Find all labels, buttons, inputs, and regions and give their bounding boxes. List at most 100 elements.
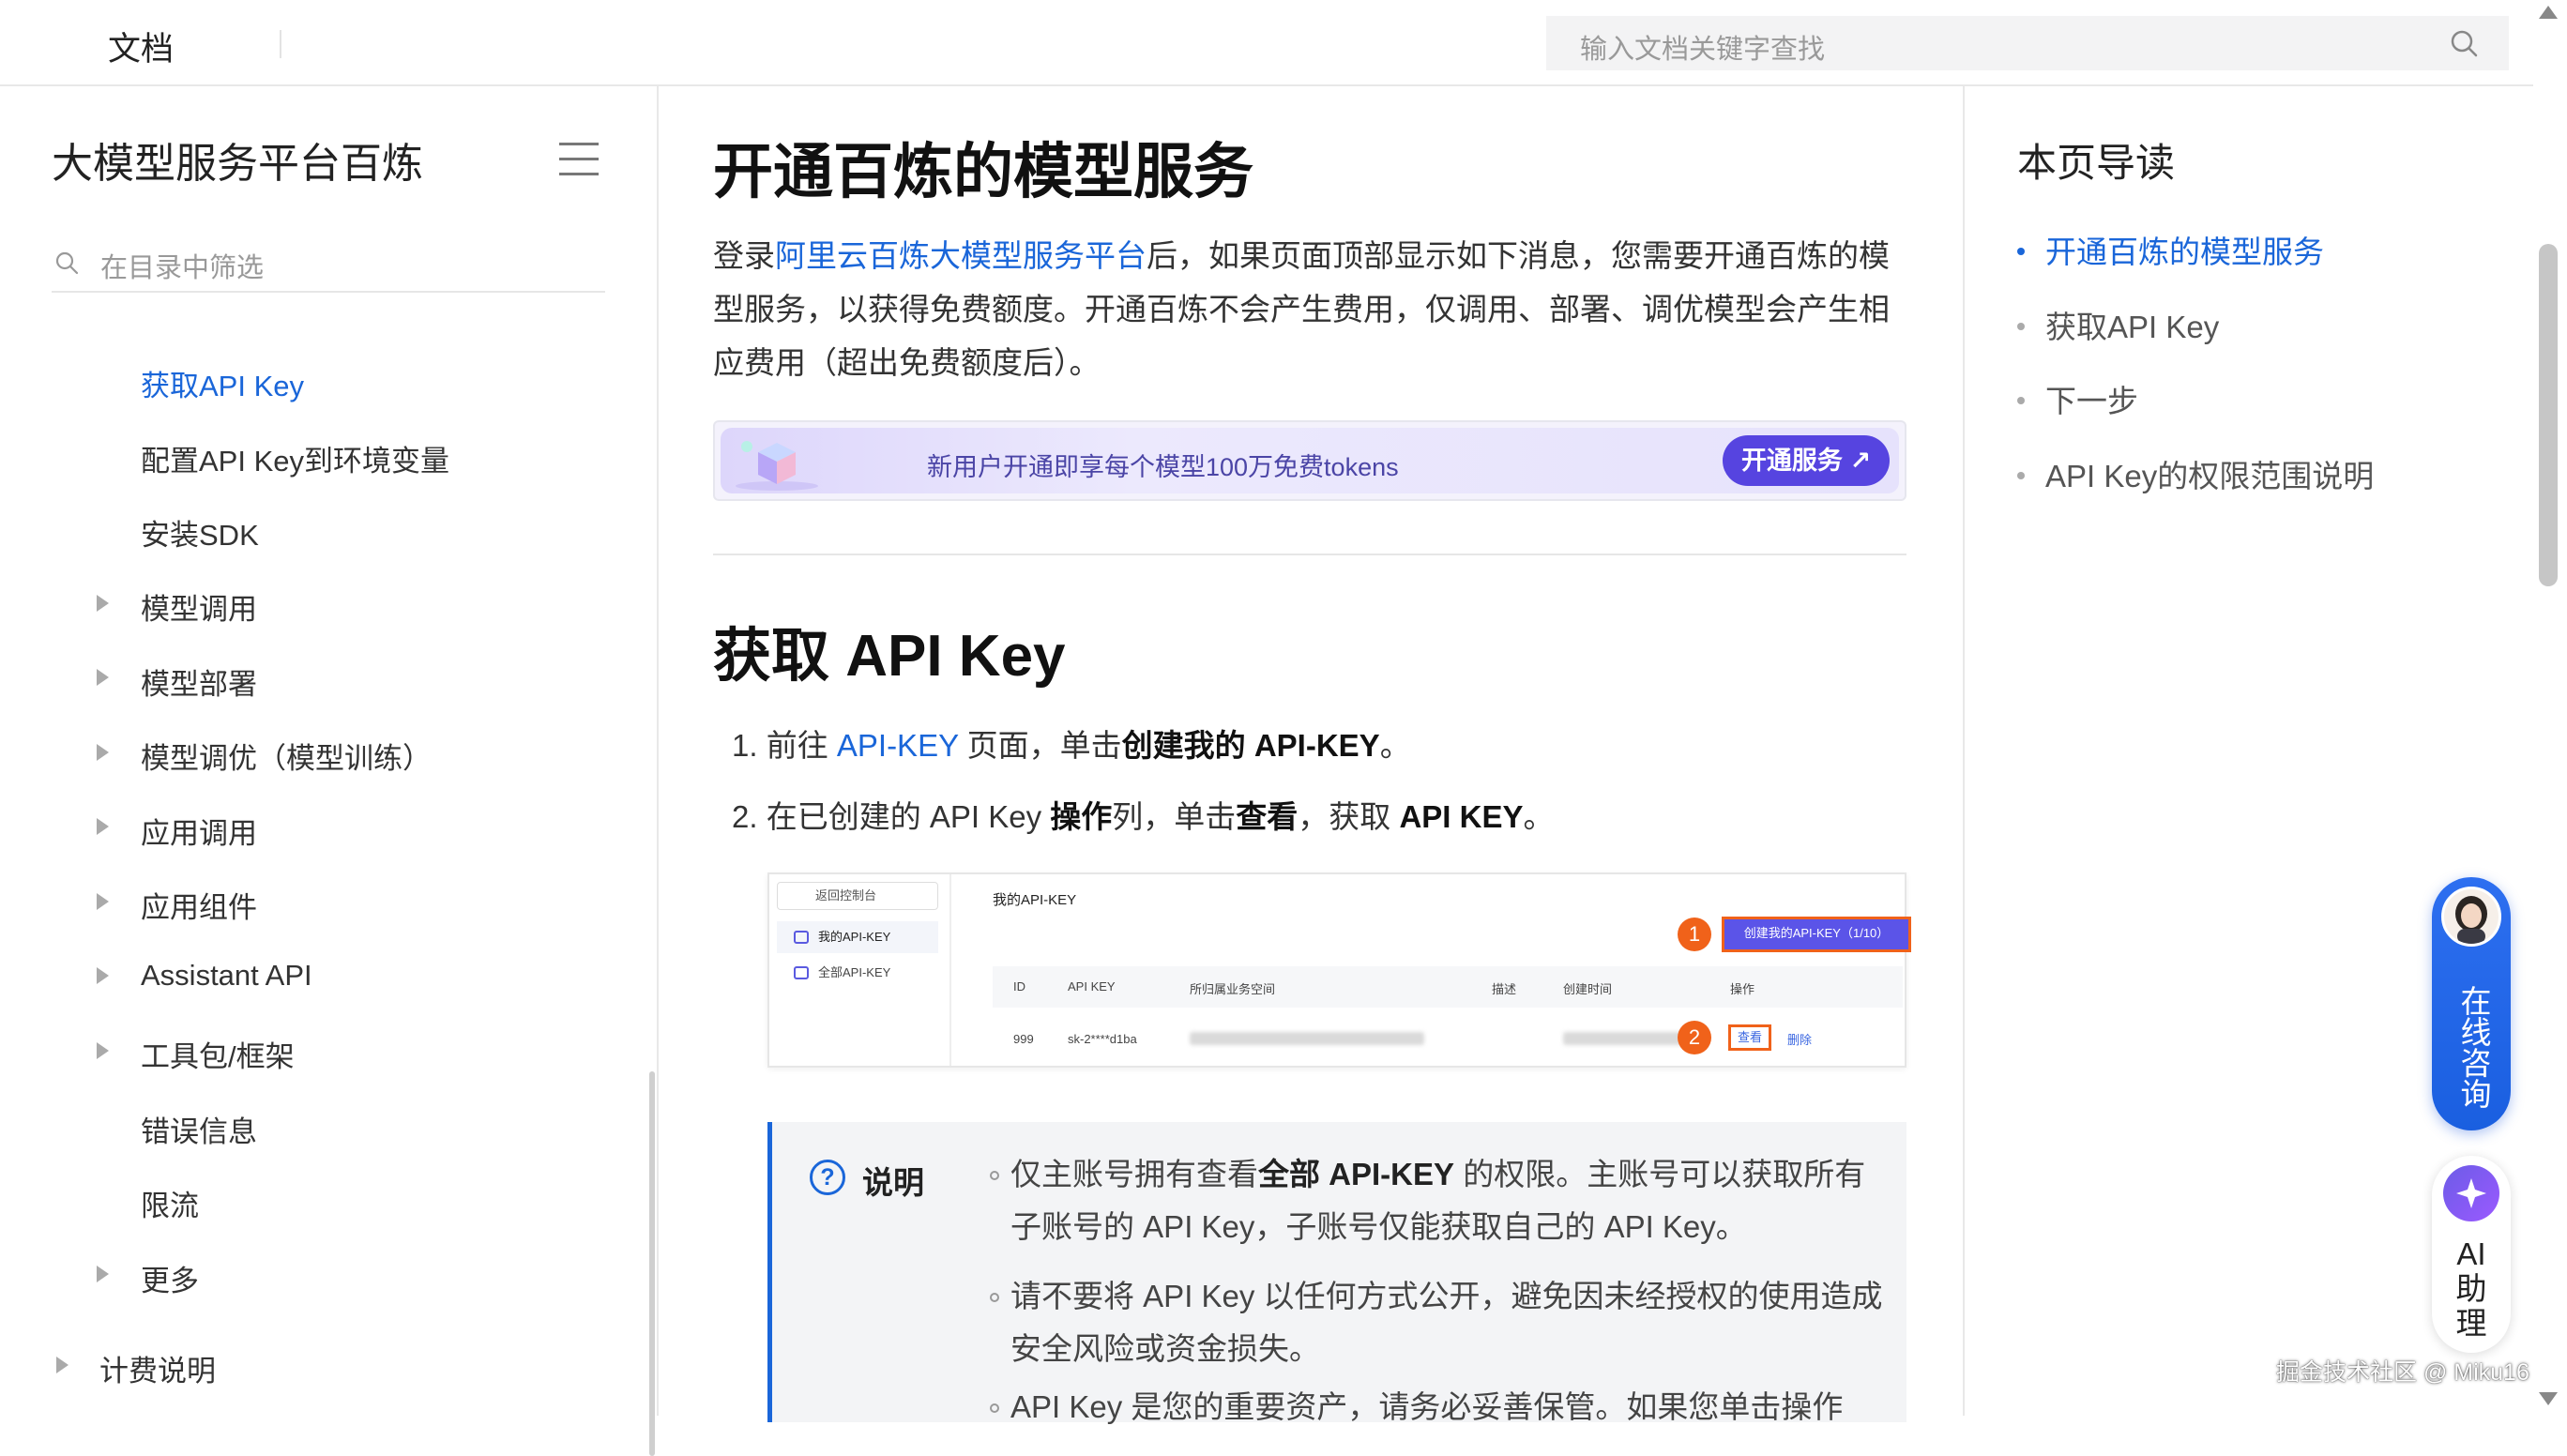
page-scrollbar-track[interactable] — [2533, 0, 2567, 1416]
column-header: API KEY — [1068, 979, 1116, 993]
sidebar-item-config-env[interactable]: 配置API Key到环境变量 — [141, 437, 449, 479]
expand-caret-icon[interactable] — [97, 1042, 109, 1059]
avatar — [2441, 887, 2501, 947]
scroll-down-arrow-icon[interactable] — [2539, 1392, 2558, 1405]
watermark: 掘金技术社区 @ Miku16 — [2276, 1359, 2529, 1386]
toc-item-next-step[interactable]: 下一步 — [2017, 376, 2138, 421]
sidebar-item-billing[interactable]: 计费说明 — [99, 1347, 216, 1389]
sidebar-item-model-tuning[interactable]: 模型调优（模型训练） — [141, 735, 432, 777]
ai-assistant-icon — [2443, 1165, 2499, 1221]
page-scrollbar-thumb[interactable] — [2539, 244, 2558, 586]
section-title: 获取 API Key — [713, 624, 1066, 689]
intro-prefix: 登录 — [713, 238, 775, 273]
sidebar-item-get-api-key[interactable]: 获取API Key — [141, 362, 304, 404]
page-toc: 本页导读 开通百炼的模型服务 获取API Key 下一步 API Key的权限范… — [1963, 86, 2488, 1416]
back-to-console: 返回控制台 — [777, 882, 938, 910]
toc-label: 获取API Key — [2045, 310, 2220, 344]
intro-paragraph: 登录阿里云百炼大模型服务平台后，如果页面顶部显示如下消息，您需要开通百炼的模型服… — [713, 229, 1895, 389]
sidebar-item-app-call[interactable]: 应用调用 — [141, 810, 257, 852]
sidebar-item-install-sdk[interactable]: 安装SDK — [141, 511, 259, 554]
expand-caret-icon[interactable] — [97, 818, 109, 835]
step-number: 1. — [732, 728, 758, 763]
page-title: 开通百炼的模型服务 — [713, 138, 1253, 205]
redacted-cell — [1190, 1032, 1424, 1045]
note-title: 说明 — [862, 1165, 924, 1200]
expand-caret-icon[interactable] — [97, 967, 109, 984]
step-text: 页面，单击 — [958, 728, 1122, 763]
key-icon — [794, 931, 809, 944]
console-table-header — [993, 966, 1903, 1008]
toc-label: 开通百炼的模型服务 — [2045, 235, 2324, 269]
column-header: 创建时间 — [1563, 982, 1613, 996]
step-2: 2. 在已创建的 API Key 操作列，单击查看，获取 API KEY。 — [732, 792, 1554, 837]
step-text: ，获取 — [1298, 799, 1400, 834]
step-bold: 查看 — [1236, 799, 1299, 834]
search-icon[interactable] — [2449, 28, 2479, 58]
note-item: 仅主账号拥有查看全部 API-KEY 的权限。主账号可以获取所有子账号的 API… — [1010, 1148, 1883, 1253]
note-item: 请不要将 API Key 以任何方式公开，避免因未经授权的使用造成安全风险或资金… — [1010, 1279, 1883, 1366]
bullet-dot — [2017, 248, 2025, 256]
console-title: 我的API-KEY — [993, 892, 1077, 908]
step-number: 2. — [732, 799, 758, 834]
online-consult-button[interactable]: 在线咨询 — [2432, 877, 2511, 1130]
gift-box-icon — [736, 441, 818, 491]
bullet-dot — [2017, 472, 2025, 480]
docs-nav-title[interactable]: 文档 — [108, 23, 174, 70]
ai-assistant-button[interactable]: AI助理 — [2432, 1156, 2511, 1353]
sidebar-item-app-components[interactable]: 应用组件 — [141, 884, 257, 926]
banner-inner: 新用户开通即享每个模型100万免费tokens 开通服务 ↗ — [721, 428, 1899, 493]
step-text: 列，单击 — [1112, 799, 1237, 834]
divider — [280, 30, 281, 58]
step-text: 前往 — [766, 728, 837, 763]
question-icon: ? — [810, 1160, 845, 1195]
step-1: 1. 前往 API-KEY 页面，单击创建我的 API-KEY。 — [732, 720, 1411, 766]
toc-item-permissions[interactable]: API Key的权限范围说明 — [2017, 451, 2374, 496]
note-bold: 全部 API-KEY — [1258, 1157, 1455, 1191]
activate-service-button[interactable]: 开通服务 ↗ — [1723, 435, 1890, 486]
console-sidebar: 返回控制台 我的API-KEY 全部API-KEY — [769, 874, 951, 1066]
api-key-link[interactable]: API-KEY — [837, 728, 959, 763]
menu-icon[interactable] — [559, 143, 599, 176]
step-text: 在已创建的 API Key — [766, 799, 1051, 834]
banner-text: 新用户开通即享每个模型100万免费tokens — [927, 453, 1399, 481]
console-menu-label: 我的API-KEY — [818, 930, 891, 944]
platform-link[interactable]: 阿里云百炼大模型服务平台 — [775, 238, 1147, 273]
console-view-button: 查看 — [1728, 1024, 1771, 1051]
sidebar-item-assistant-api[interactable]: Assistant API — [141, 959, 312, 993]
scroll-up-arrow-icon[interactable] — [2539, 6, 2558, 19]
console-delete-link: 删除 — [1787, 1033, 1813, 1047]
filter-placeholder: 在目录中筛选 — [100, 253, 265, 283]
expand-caret-icon[interactable] — [97, 669, 109, 686]
sidebar-item-errors[interactable]: 错误信息 — [141, 1108, 257, 1150]
console-create-key-button: 创建我的API-KEY（1/10） — [1722, 917, 1911, 952]
expand-caret-icon[interactable] — [97, 595, 109, 612]
sidebar-item-model-deploy[interactable]: 模型部署 — [141, 660, 257, 703]
bullet-dot — [2017, 323, 2025, 331]
step-badge: 2 — [1678, 1021, 1711, 1054]
column-header: 操作 — [1730, 982, 1755, 996]
expand-caret-icon[interactable] — [97, 893, 109, 910]
sidebar-title[interactable]: 大模型服务平台百炼 — [52, 129, 423, 190]
search-input[interactable]: 输入文档关键字查找 — [1546, 16, 2509, 70]
agent-avatar-icon — [2444, 889, 2499, 944]
api-key-console-screenshot: 返回控制台 我的API-KEY 全部API-KEY 我的API-KEY 1 创建… — [767, 872, 1911, 1068]
sidebar-item-rate-limit[interactable]: 限流 — [141, 1182, 199, 1224]
toc-item-open-service[interactable]: 开通百炼的模型服务 — [2017, 227, 2324, 272]
column-header: ID — [1013, 979, 1025, 993]
redacted-cell — [1563, 1032, 1691, 1045]
console-menu-my-keys: 我的API-KEY — [777, 921, 938, 953]
expand-caret-icon[interactable] — [97, 744, 109, 761]
console-menu-all-keys: 全部API-KEY — [777, 957, 938, 989]
sidebar-item-toolkit[interactable]: 工具包/框架 — [141, 1033, 295, 1075]
step-text: 。 — [1523, 799, 1555, 834]
sidebar-filter-input[interactable]: 在目录中筛选 — [52, 242, 605, 293]
toc-label: API Key的权限范围说明 — [2045, 459, 2375, 493]
column-header: 描述 — [1492, 982, 1517, 996]
search-placeholder: 输入文档关键字查找 — [1580, 35, 1826, 65]
toc-item-get-api-key[interactable]: 获取API Key — [2017, 302, 2219, 347]
expand-caret-icon[interactable] — [97, 1266, 109, 1282]
sidebar-item-model-call[interactable]: 模型调用 — [141, 585, 257, 628]
sidebar-item-more[interactable]: 更多 — [141, 1257, 199, 1299]
sidebar-scrollbar[interactable] — [649, 1071, 655, 1456]
expand-caret-icon[interactable] — [56, 1357, 68, 1373]
